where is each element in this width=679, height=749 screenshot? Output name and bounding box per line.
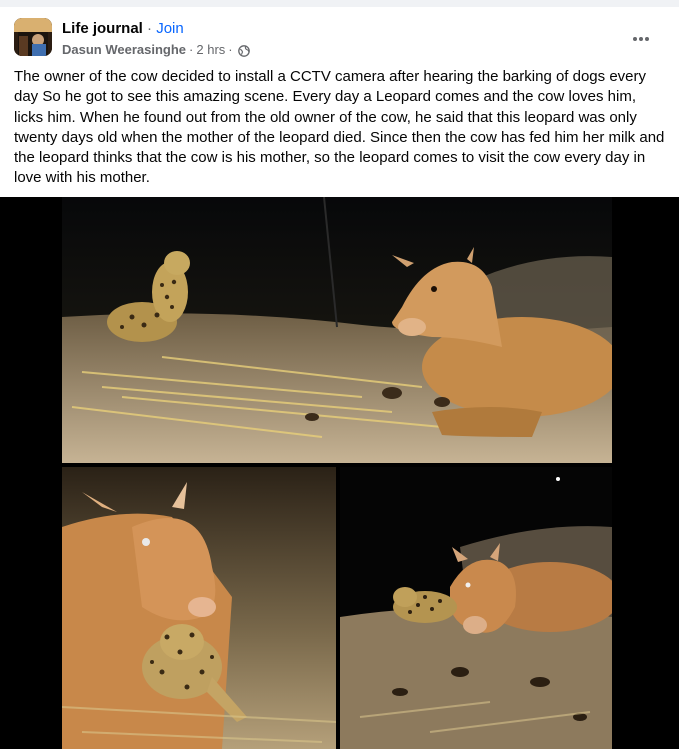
post-text: The owner of the cow decided to install … xyxy=(14,68,665,187)
group-avatar[interactable] xyxy=(14,18,52,56)
author-name-link[interactable]: Dasun Weerasinghe xyxy=(62,41,186,58)
post-timestamp[interactable]: 2 hrs xyxy=(196,41,225,58)
post-header: Life journal · Join Dasun Weerasinghe · … xyxy=(14,18,664,58)
photo-leopard-cow-wide[interactable] xyxy=(62,197,612,463)
join-group-button[interactable]: Join xyxy=(156,20,184,37)
post-card: Life journal · Join Dasun Weerasinghe · … xyxy=(0,0,679,749)
feed-divider xyxy=(0,0,679,7)
separator-dot: · xyxy=(189,42,194,57)
separator-dot: · xyxy=(147,20,153,37)
post-media[interactable] xyxy=(0,197,679,749)
photo-cow-leopard-night[interactable] xyxy=(340,467,612,749)
photo-cow-licking-leopard[interactable] xyxy=(62,467,336,749)
globe-icon[interactable] xyxy=(237,44,250,57)
post-meta: Life journal · Join Dasun Weerasinghe · … xyxy=(62,19,250,58)
more-options-icon[interactable] xyxy=(628,26,654,52)
separator-dot: · xyxy=(228,42,233,57)
group-name-link[interactable]: Life journal xyxy=(62,20,143,37)
